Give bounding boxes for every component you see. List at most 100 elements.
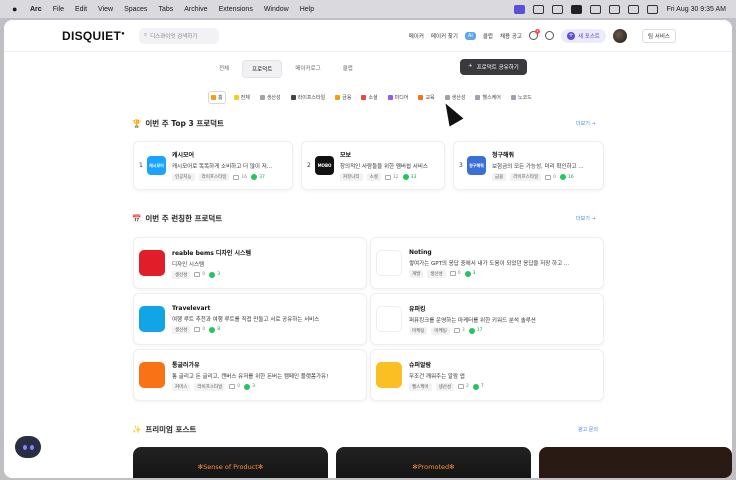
tag[interactable]: 커뮤니티 bbox=[340, 173, 363, 181]
category-chip[interactable]: 라이프스타일 bbox=[289, 91, 328, 104]
upvote-button[interactable]: 3 bbox=[464, 270, 475, 277]
menubar-clock[interactable]: Fri Aug 30 9:35 AM bbox=[666, 6, 726, 13]
tag[interactable]: 생산성 bbox=[427, 269, 446, 278]
wifi-icon[interactable] bbox=[609, 4, 621, 14]
premium-ad-inquiry-link[interactable]: 광고 문의 bbox=[578, 426, 598, 433]
card-meta: 마케팅 마케팅 3 17 bbox=[409, 326, 599, 335]
menu-edit[interactable]: Edit bbox=[75, 6, 87, 13]
upvote-button[interactable]: 33 bbox=[402, 174, 416, 180]
message-icon[interactable]: 1 bbox=[529, 29, 540, 40]
tab-makerlog[interactable]: 메이커로그 bbox=[286, 60, 329, 78]
tag[interactable]: 헬스케어 bbox=[409, 382, 432, 391]
upvote-button[interactable]: 17 bbox=[468, 327, 482, 334]
tab-product[interactable]: 프로덕트 bbox=[242, 60, 283, 78]
premium-card[interactable]: ✻ Promoted ✻ bbox=[336, 447, 531, 478]
bell-icon[interactable] bbox=[545, 31, 554, 40]
share-product-button[interactable]: + 프로덕트 공유하기 bbox=[460, 59, 527, 75]
apple-icon[interactable]: ● bbox=[12, 4, 22, 14]
eye-icon bbox=[29, 444, 34, 450]
tag[interactable]: 소셜 bbox=[366, 173, 381, 181]
upvote-button[interactable]: 8 bbox=[209, 326, 220, 333]
control-center-icon[interactable] bbox=[647, 4, 659, 14]
launched-product-card[interactable]: 유퍼킹 퍼퓨킹크를 운영하는 마케터를 위한 키워드 분석 솔루션 마케팅 마케팅 3… bbox=[370, 293, 604, 345]
menu-view[interactable]: View bbox=[98, 6, 113, 13]
product-thumbnail: MOBO bbox=[315, 156, 334, 175]
chat-assistant-button[interactable] bbox=[15, 436, 41, 458]
premium-card[interactable]: ✻ Sense of Product ✻ bbox=[133, 447, 328, 478]
launched-product-card[interactable]: Noting 쌓여가는 GPT의 응답 중에서 내가 도움이 되었던 응답을 저… bbox=[370, 237, 604, 289]
upvote-button[interactable]: 16 bbox=[560, 174, 574, 180]
nav-link-maker[interactable]: 메이커 bbox=[409, 32, 424, 40]
tag[interactable]: 라이프스타일 bbox=[194, 382, 226, 391]
team-service-button[interactable]: 팀 서비스 bbox=[642, 28, 676, 43]
category-chip[interactable]: 생산성 bbox=[258, 91, 283, 104]
launched-product-card[interactable]: 통글러가유 통 글리고 돈 글리고, 캔버스 유저를 위한 돈버는 캠페인 플랫… bbox=[133, 349, 367, 401]
category-chip[interactable]: 전체 bbox=[232, 91, 252, 104]
launched-product-card[interactable]: Travelevart 여행 루트 추천과 여행 루트를 직접 만들고 서로 공… bbox=[133, 293, 367, 345]
category-chip[interactable]: 노코드 bbox=[509, 91, 534, 104]
top3-product-card[interactable]: 2 MOBO 모보 창의적인 사람들을 위한 멤버쉽 서비스 커뮤니티 소셜 12 33 bbox=[301, 141, 445, 190]
menu-file[interactable]: File bbox=[53, 6, 64, 13]
tag[interactable]: 마케팅 bbox=[409, 326, 428, 335]
screen-share-icon[interactable] bbox=[514, 4, 526, 14]
tag[interactable]: 커머스 bbox=[172, 382, 191, 391]
menu-archive[interactable]: Archive bbox=[184, 6, 207, 13]
category-chip[interactable]: 헬스케어 bbox=[473, 91, 502, 104]
upvote-button[interactable]: 37 bbox=[251, 174, 265, 180]
menu-help[interactable]: Help bbox=[300, 6, 314, 13]
trending-more-link[interactable]: 더보기 → bbox=[576, 215, 596, 222]
content-tabs: 전체 프로덕트 메이커로그 클럽 bbox=[210, 60, 362, 78]
product-name: Noting bbox=[409, 248, 432, 256]
tag[interactable]: 개발 bbox=[409, 269, 424, 278]
tab-all[interactable]: 전체 bbox=[210, 60, 238, 78]
tag[interactable]: 생산성 bbox=[435, 382, 454, 391]
category-icon bbox=[335, 95, 341, 100]
menu-arc[interactable]: Arc bbox=[30, 6, 42, 13]
category-chip[interactable]: 미디어 bbox=[386, 91, 411, 104]
category-chip[interactable]: 금융 bbox=[333, 91, 353, 104]
launched-product-card[interactable]: 슈퍼알람 무조건 깨워주는 알람 앱 헬스케어 생산성 2 7 bbox=[370, 349, 604, 401]
product-name: 모보 bbox=[340, 152, 352, 159]
category-chip[interactable]: 소셜 bbox=[359, 91, 379, 104]
tab-club[interactable]: 클럽 bbox=[334, 60, 362, 78]
premium-card[interactable] bbox=[539, 447, 732, 478]
upvote-button[interactable]: 7 bbox=[472, 383, 484, 390]
launched-product-card[interactable]: reable bems 디자인 시스템 디자인 시스템 생산성 0 3 bbox=[133, 237, 367, 289]
top3-more-link[interactable]: 더보기 → bbox=[576, 120, 596, 127]
tag[interactable]: 금융 bbox=[492, 173, 507, 181]
nav-link-find-maker[interactable]: 메이커 찾기 bbox=[431, 32, 458, 40]
top3-product-card[interactable]: 1 캐시모어 캐시모어 캐시모어로 똑똑하게 소비하고 더 많이 저... 인공지… bbox=[133, 141, 293, 190]
battery-icon[interactable] bbox=[590, 4, 602, 14]
menu-spaces[interactable]: Spaces bbox=[124, 6, 147, 13]
window-icon[interactable] bbox=[533, 4, 545, 14]
upvote-button[interactable]: 3 bbox=[209, 271, 220, 278]
nav-link-club[interactable]: 클럽 bbox=[483, 32, 493, 40]
tag[interactable]: 마케팅 bbox=[431, 326, 450, 335]
category-chip[interactable]: 교육 bbox=[416, 91, 436, 104]
disquiet-logo[interactable]: DISQUIET● bbox=[62, 29, 125, 43]
category-icon bbox=[211, 95, 216, 100]
menu-extensions[interactable]: Extensions bbox=[219, 6, 253, 13]
text-input-icon[interactable] bbox=[571, 4, 583, 14]
new-post-button[interactable]: + 새 포스트 bbox=[561, 28, 606, 43]
tag[interactable]: 생산성 bbox=[172, 270, 191, 279]
comment-icon bbox=[233, 174, 240, 180]
avatar[interactable] bbox=[613, 28, 627, 43]
category-icon bbox=[475, 95, 481, 100]
top3-product-card[interactable]: 3 청구해줘 청구해줘 보험금의 모든 가능성, 미리 확인하고 ... 금융 라이… bbox=[453, 141, 604, 190]
search-input[interactable]: ⌕ 디스콰이엇 검색하기 bbox=[139, 27, 220, 44]
grid-icon[interactable] bbox=[552, 4, 564, 14]
search-icon[interactable] bbox=[628, 4, 640, 14]
upvote-button[interactable]: 3 bbox=[244, 383, 255, 390]
nav-link-jobs[interactable]: 채용 공고 bbox=[500, 32, 522, 40]
category-chip[interactable]: 홈 bbox=[208, 91, 226, 104]
category-icon bbox=[444, 95, 450, 100]
menu-window[interactable]: Window bbox=[264, 6, 289, 13]
tag[interactable]: 라이프스타일 bbox=[198, 173, 230, 181]
trophy-icon: 🏆 bbox=[132, 119, 142, 128]
tag[interactable]: 생산성 bbox=[172, 325, 191, 334]
tag[interactable]: 인공지능 bbox=[172, 173, 195, 181]
menu-tabs[interactable]: Tabs bbox=[158, 6, 173, 13]
mac-menubar: ● Arc File Edit View Spaces Tabs Archive… bbox=[0, 0, 736, 18]
tag[interactable]: 라이프스타일 bbox=[510, 173, 542, 181]
